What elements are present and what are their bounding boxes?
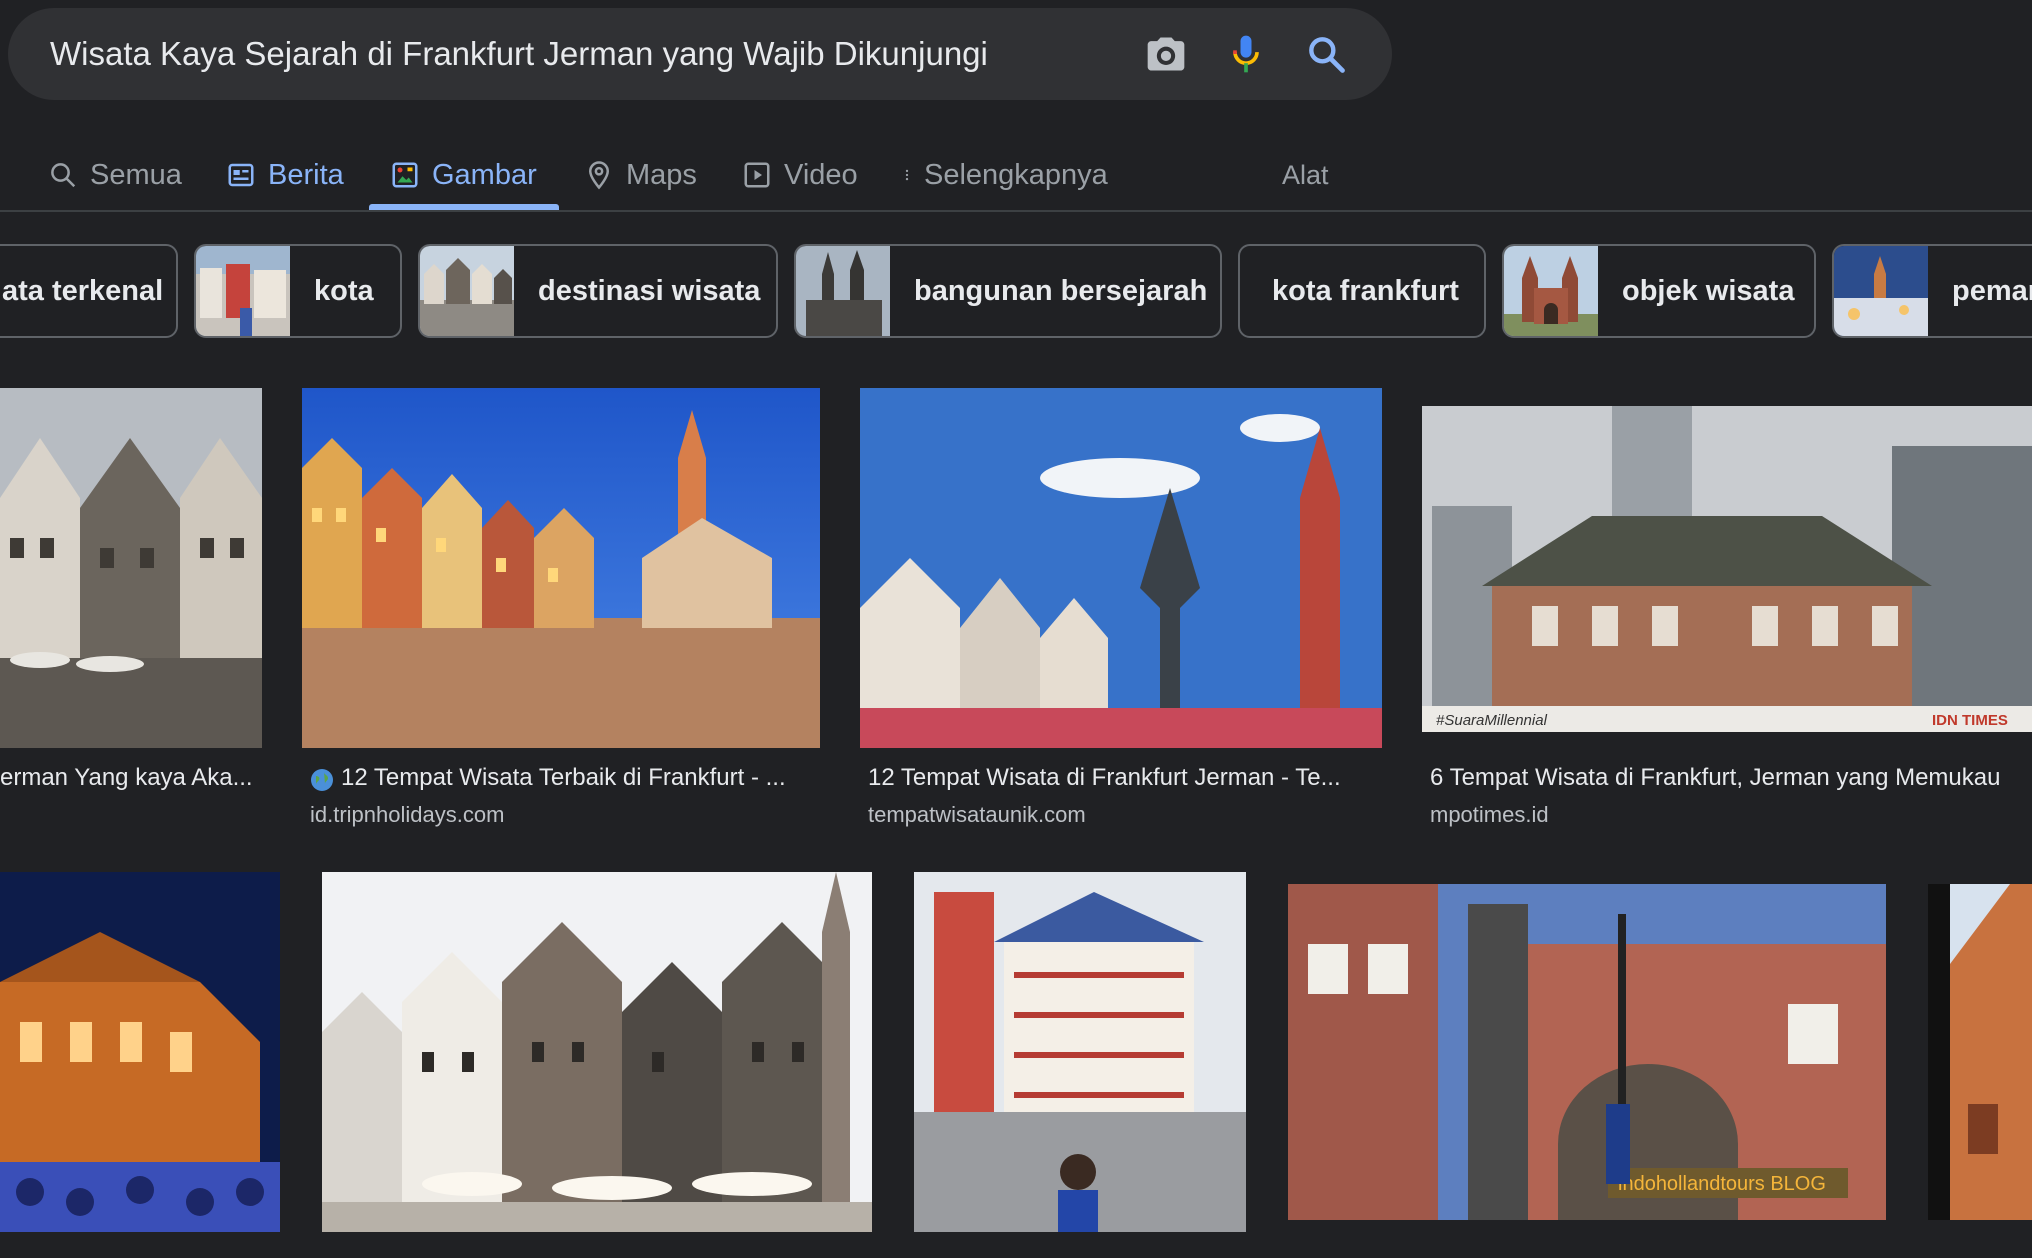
result-image-1[interactable]	[0, 388, 262, 748]
result-thumbnail	[302, 388, 820, 748]
result-image-8[interactable]: indohollandtours BLOG	[1288, 884, 1886, 1220]
result-source-2[interactable]: id.tripnholidays.com	[310, 802, 504, 828]
chip-thumbnail	[420, 246, 514, 336]
chip-thumbnail	[1834, 246, 1928, 336]
result-thumbnail	[860, 388, 1382, 748]
globe-favicon-icon	[311, 769, 333, 791]
result-image-2[interactable]	[302, 388, 820, 748]
result-title-1[interactable]: erman Yang kaya Aka...	[0, 764, 262, 792]
watermark-suara: #SuaraMillennial	[1436, 712, 1548, 729]
chip-thumbnail	[196, 246, 290, 336]
play-icon	[744, 162, 770, 188]
result-thumbnail	[322, 872, 872, 1232]
tab-selengkapnya[interactable]: Selengkapnya	[900, 140, 1108, 210]
tab-gambar[interactable]: Gambar	[390, 140, 537, 210]
result-title-4[interactable]: 6 Tempat Wisata di Frankfurt, Jerman yan…	[1430, 764, 2032, 792]
tab-video[interactable]: Video	[742, 140, 858, 210]
result-image-9[interactable]	[1928, 884, 2032, 1220]
chip-pemar[interactable]: pemar	[1832, 244, 2032, 338]
result-source-3[interactable]: tempatwisataunik.com	[868, 802, 1086, 828]
tools-button[interactable]: Alat	[1282, 140, 1329, 210]
chip-thumbnail	[1504, 246, 1598, 336]
chip-kota[interactable]: kota	[194, 244, 402, 338]
result-image-5[interactable]	[0, 872, 280, 1232]
camera-icon[interactable]	[1144, 32, 1188, 76]
chip-kota-frankfurt[interactable]: kota frankfurt	[1238, 244, 1486, 338]
more-vert-icon	[905, 169, 909, 181]
tab-maps[interactable]: Maps	[584, 140, 697, 210]
watermark-indohollandtours: indohollandtours BLOG	[1618, 1173, 1826, 1195]
search-bar[interactable]: Wisata Kaya Sejarah di Frankfurt Jerman …	[8, 8, 1392, 100]
tab-semua[interactable]: Semua	[48, 140, 182, 210]
result-source-4[interactable]: mpotimes.id	[1430, 802, 1549, 828]
result-thumbnail	[914, 872, 1246, 1232]
search-icon[interactable]	[1304, 32, 1348, 76]
chip-bangunan-bersejarah[interactable]: bangunan bersejarah	[794, 244, 1222, 338]
result-title-3[interactable]: 12 Tempat Wisata di Frankfurt Jerman - T…	[868, 764, 1382, 792]
result-thumbnail: indohollandtours BLOG	[1288, 884, 1886, 1220]
search-input[interactable]: Wisata Kaya Sejarah di Frankfurt Jerman …	[50, 8, 988, 100]
result-thumbnail	[1928, 884, 2032, 1220]
image-icon	[392, 162, 418, 188]
search-icon	[51, 163, 76, 188]
news-icon	[228, 163, 254, 187]
result-thumbnail	[0, 388, 262, 748]
tabs-divider	[0, 210, 2032, 212]
chip-destinasi-wisata[interactable]: destinasi wisata	[418, 244, 778, 338]
microphone-icon[interactable]	[1224, 32, 1268, 76]
watermark-idn: IDN TIMES	[1932, 712, 2008, 729]
chip-thumbnail	[796, 246, 890, 336]
tab-berita[interactable]: Berita	[226, 140, 344, 210]
chip-ata-terkenal[interactable]: ata terkenal	[0, 244, 178, 338]
result-image-6[interactable]	[322, 872, 872, 1232]
result-image-4[interactable]: #SuaraMillennial IDN TIMES	[1422, 406, 2032, 732]
map-pin-icon	[588, 161, 610, 190]
search-tabs: Semua Berita Gambar Maps Video Selengkap…	[0, 140, 2032, 210]
result-thumbnail: #SuaraMillennial IDN TIMES	[1422, 406, 2032, 732]
result-image-7[interactable]	[914, 872, 1246, 1232]
result-image-3[interactable]	[860, 388, 1382, 748]
chip-objek-wisata[interactable]: objek wisata	[1502, 244, 1816, 338]
result-title-2[interactable]: 12 Tempat Wisata Terbaik di Frankfurt - …	[341, 764, 821, 792]
result-thumbnail	[0, 872, 280, 1232]
